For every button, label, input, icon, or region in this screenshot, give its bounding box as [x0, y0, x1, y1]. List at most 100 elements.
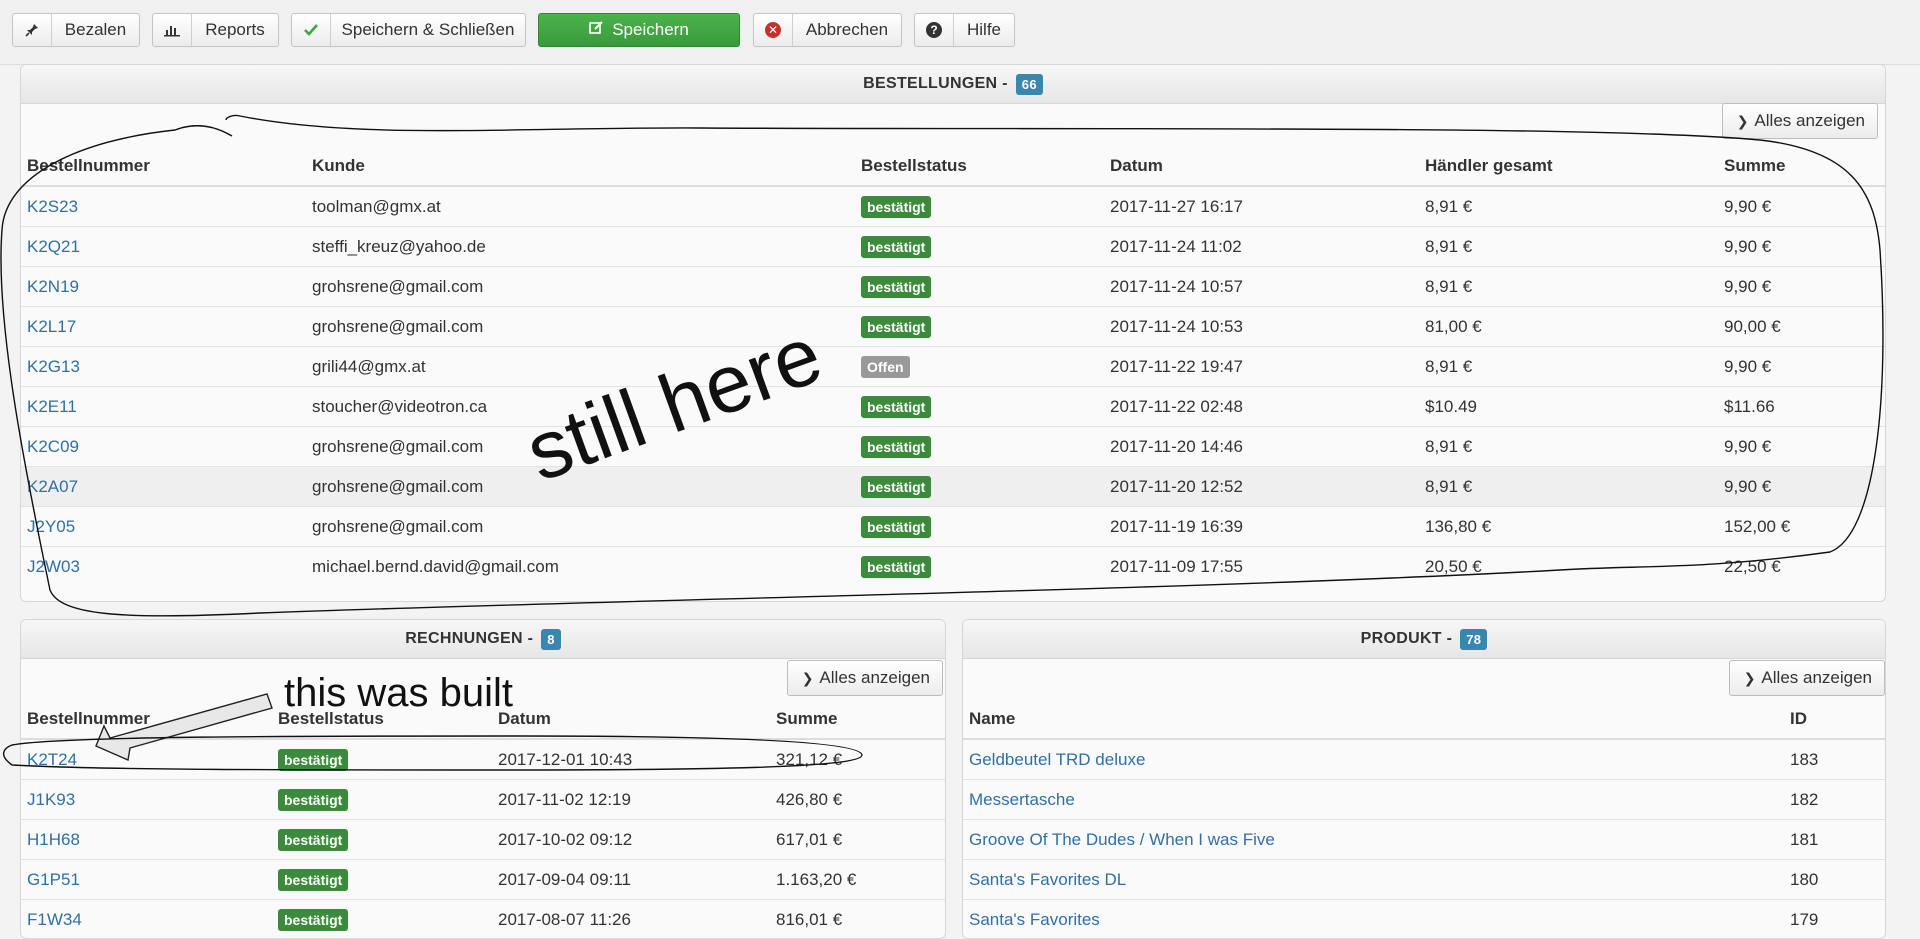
- reports-label: Reports: [192, 14, 278, 46]
- product-link[interactable]: Santa's Favorites: [969, 910, 1100, 929]
- invoice-link[interactable]: H1H68: [27, 830, 80, 849]
- customer-email: steffi_kreuz@yahoo.de: [306, 227, 855, 267]
- product-link[interactable]: Santa's Favorites DL: [969, 870, 1126, 889]
- order-link[interactable]: K2N19: [27, 277, 79, 296]
- invoices-show-all-button[interactable]: ❯ Alles anzeigen: [787, 660, 943, 696]
- order-link[interactable]: K2S23: [27, 197, 78, 216]
- order-sum: 22,50 €: [1718, 547, 1885, 587]
- customer-email: michael.bernd.david@gmail.com: [306, 547, 855, 587]
- merchant-total: $10.49: [1419, 387, 1718, 427]
- customer-email: stoucher@videotron.ca: [306, 387, 855, 427]
- merchant-total: 8,91 €: [1419, 227, 1718, 267]
- orders-count-badge: 66: [1016, 74, 1043, 95]
- save-close-button[interactable]: Speichern & Schließen: [291, 13, 526, 47]
- customer-email: toolman@gmx.at: [306, 186, 855, 227]
- col-merchant-total: Händler gesamt: [1419, 147, 1718, 186]
- edit-icon: [589, 20, 604, 40]
- save-close-label: Speichern & Schließen: [331, 14, 525, 46]
- order-link[interactable]: K2L17: [27, 317, 76, 336]
- order-sum: 9,90 €: [1718, 227, 1885, 267]
- merchant-total: 8,91 €: [1419, 467, 1718, 507]
- products-header-row: Name ID: [963, 700, 1885, 739]
- products-title: PRODUKT -: [1361, 630, 1453, 648]
- table-row: K2L17grohsrene@gmail.combestätigt2017-11…: [21, 307, 1885, 347]
- invoices-table: Bestellnummer Bestellstatus Datum Summe …: [21, 700, 945, 939]
- order-date: 2017-11-09 17:55: [1104, 547, 1419, 587]
- orders-panel: BESTELLUNGEN - 66 ❯ Alles anzeigen Beste…: [20, 64, 1886, 602]
- bezalen-button[interactable]: Bezalen: [12, 13, 140, 47]
- product-id: 181: [1784, 820, 1885, 860]
- invoices-header-row: Bestellnummer Bestellstatus Datum Summe: [21, 700, 945, 739]
- invoice-link[interactable]: J1K93: [27, 790, 75, 809]
- table-row: K2G13grili44@gmx.atOffen2017-11-22 19:47…: [21, 347, 1885, 387]
- product-link[interactable]: Geldbeutel TRD deluxe: [969, 750, 1145, 769]
- col-order-number: Bestellnummer: [21, 700, 272, 739]
- order-link[interactable]: K2A07: [27, 477, 78, 496]
- customer-email: grohsrene@gmail.com: [306, 467, 855, 507]
- table-row: Geldbeutel TRD deluxe 183: [963, 739, 1885, 780]
- invoice-link[interactable]: K2T24: [27, 750, 77, 769]
- order-sum: 90,00 €: [1718, 307, 1885, 347]
- table-row: Santa's Favorites179: [963, 900, 1885, 939]
- products-show-all-button[interactable]: ❯ Alles anzeigen: [1729, 660, 1885, 696]
- order-link[interactable]: K2E11: [27, 397, 77, 416]
- merchant-total: 8,91 €: [1419, 347, 1718, 387]
- status-badge: bestätigt: [278, 789, 348, 811]
- order-sum: 152,00 €: [1718, 507, 1885, 547]
- product-id: 183: [1784, 739, 1885, 780]
- invoice-link[interactable]: F1W34: [27, 910, 82, 929]
- invoices-show-all-label: Alles anzeigen: [819, 668, 930, 688]
- product-link[interactable]: Messertasche: [969, 790, 1075, 809]
- cancel-button[interactable]: ✕ Abbrechen: [753, 13, 902, 47]
- reports-button[interactable]: Reports: [152, 13, 279, 47]
- status-badge: bestätigt: [861, 196, 931, 218]
- order-link[interactable]: K2G13: [27, 357, 80, 376]
- invoice-date: 2017-09-04 09:11: [492, 860, 770, 900]
- status-badge: bestätigt: [861, 276, 931, 298]
- cancel-label: Abbrechen: [793, 14, 901, 46]
- order-sum: 9,90 €: [1718, 427, 1885, 467]
- status-badge: bestätigt: [278, 909, 348, 931]
- customer-email: grohsrene@gmail.com: [306, 507, 855, 547]
- help-button[interactable]: ? Hilfe: [914, 13, 1015, 47]
- product-link[interactable]: Groove Of The Dudes / When I was Five: [969, 830, 1275, 849]
- col-name: Name: [963, 700, 1784, 739]
- invoice-link[interactable]: G1P51: [27, 870, 80, 889]
- order-sum: 9,90 €: [1718, 467, 1885, 507]
- save-button[interactable]: Speichern: [538, 13, 740, 47]
- order-date: 2017-11-19 16:39: [1104, 507, 1419, 547]
- products-table: Name ID Geldbeutel TRD deluxe 183 Messert…: [963, 700, 1885, 939]
- pin-icon: [13, 14, 52, 46]
- invoice-date: 2017-12-01 10:43: [492, 739, 770, 780]
- table-row: K2S23 toolman@gmx.at bestätigt 2017-11-27 1…: [21, 186, 1885, 227]
- order-date: 2017-11-22 19:47: [1104, 347, 1419, 387]
- col-sum: Summe: [1718, 147, 1885, 186]
- order-link[interactable]: K2Q21: [27, 237, 80, 256]
- merchant-total: 136,80 €: [1419, 507, 1718, 547]
- col-sum: Summe: [770, 700, 945, 739]
- table-row: G1P51bestätigt2017-09-04 09:111.163,20 €: [21, 860, 945, 900]
- orders-show-all-button[interactable]: ❯ Alles anzeigen: [1722, 103, 1878, 139]
- order-link[interactable]: K2C09: [27, 437, 79, 456]
- toolbar: Bezalen Reports Speichern & Schließen Sp…: [0, 0, 1920, 65]
- status-badge: bestätigt: [861, 516, 931, 538]
- status-badge: bestätigt: [278, 869, 348, 891]
- invoice-date: 2017-10-02 09:12: [492, 820, 770, 860]
- order-date: 2017-11-24 10:53: [1104, 307, 1419, 347]
- order-sum: $11.66: [1718, 387, 1885, 427]
- bezalen-label: Bezalen: [52, 14, 139, 46]
- col-date: Datum: [492, 700, 770, 739]
- invoices-panel: RECHNUNGEN - 8 ❯ Alles anzeigen Bestelln…: [20, 619, 946, 939]
- table-row: K2C09grohsrene@gmail.combestätigt2017-11…: [21, 427, 1885, 467]
- orders-title: BESTELLUNGEN -: [863, 75, 1008, 93]
- merchant-total: 8,91 €: [1419, 267, 1718, 307]
- table-row: Santa's Favorites DL180: [963, 860, 1885, 900]
- order-link[interactable]: J2W03: [27, 557, 80, 576]
- order-link[interactable]: J2Y05: [27, 517, 75, 536]
- orders-show-all-label: Alles anzeigen: [1754, 111, 1865, 131]
- order-date: 2017-11-27 16:17: [1104, 186, 1419, 227]
- invoices-title: RECHNUNGEN -: [405, 630, 533, 648]
- table-row: F1W34bestätigt2017-08-07 11:26816,01 €: [21, 900, 945, 939]
- col-id: ID: [1784, 700, 1885, 739]
- status-badge: bestätigt: [278, 749, 348, 771]
